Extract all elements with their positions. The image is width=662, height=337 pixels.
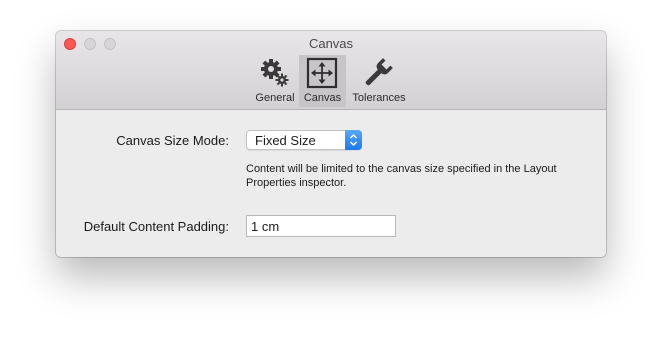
tab-tolerances-label: Tolerances <box>352 92 406 104</box>
tab-canvas[interactable]: Canvas <box>299 55 346 107</box>
preferences-window: Canvas General Canvas Tolerances Canvas … <box>56 31 606 257</box>
titlebar: Canvas General Canvas Tolerances <box>56 31 606 110</box>
canvas-size-mode-description: Content will be limited to the canvas si… <box>246 163 557 189</box>
default-content-padding-field[interactable] <box>246 215 396 237</box>
canvas-settings-panel: Canvas Size Mode: Fixed Size Content wil… <box>56 110 606 257</box>
default-content-padding-input[interactable] <box>251 217 391 235</box>
tab-general-label: General <box>255 92 295 104</box>
tab-tolerances[interactable]: Tolerances <box>348 55 410 107</box>
tab-general[interactable]: General <box>252 55 298 107</box>
wrench-icon <box>365 58 393 86</box>
gears-icon <box>261 59 289 87</box>
canvas-size-mode-label: Canvas Size Mode: <box>116 133 229 148</box>
tab-canvas-label: Canvas <box>303 92 342 104</box>
updown-arrows-icon <box>345 130 362 150</box>
default-content-padding-label: Default Content Padding: <box>83 219 229 234</box>
canvas-size-mode-select[interactable]: Fixed Size <box>246 130 362 150</box>
window-title: Canvas <box>308 36 354 51</box>
canvas-move-icon <box>306 57 338 89</box>
canvas-size-mode-value: Fixed Size <box>255 133 316 148</box>
